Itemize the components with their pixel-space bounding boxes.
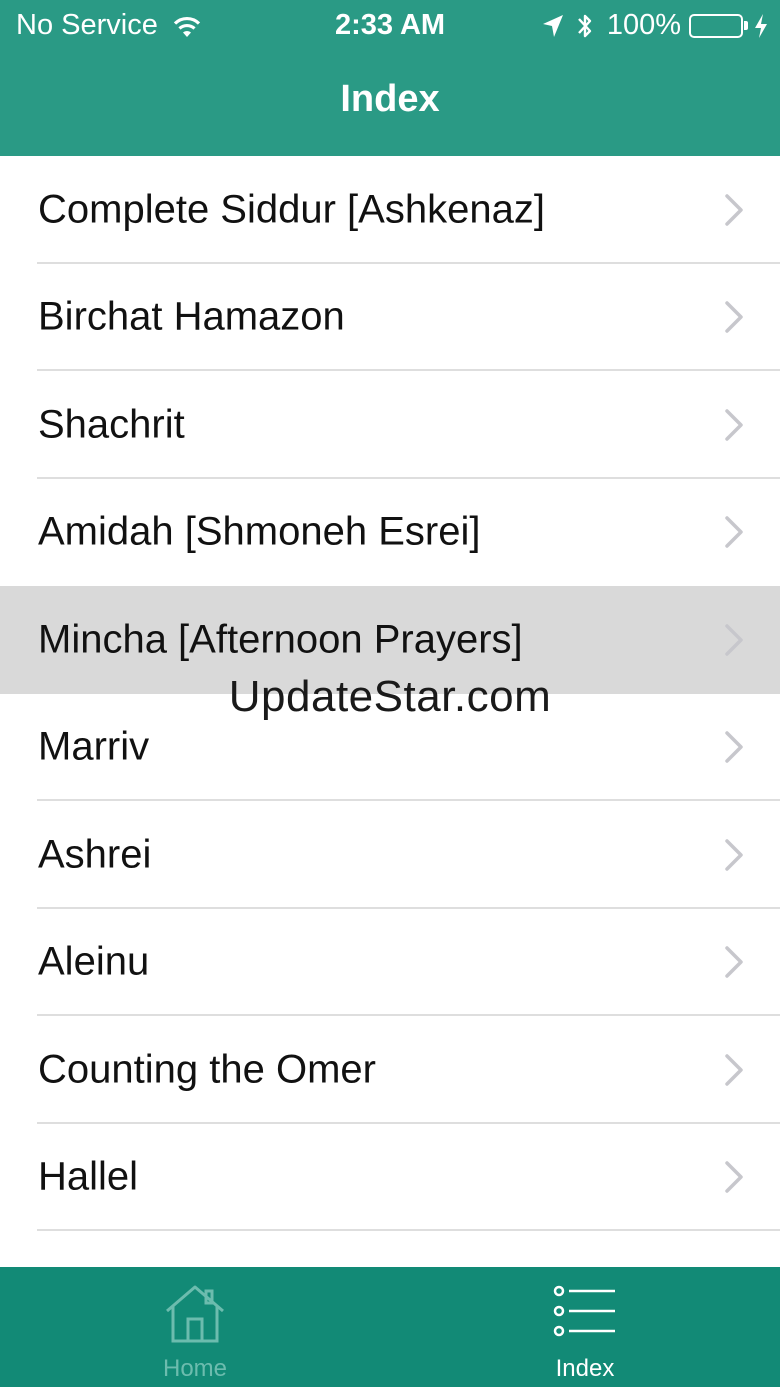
status-bar: No Service 2:33 AM 100% — [0, 0, 780, 52]
list-item-label: Complete Siddur [Ashkenaz] — [38, 187, 545, 232]
list-item-hallel[interactable]: Hallel — [0, 1123, 780, 1231]
list-item-label: Counting the Omer — [38, 1047, 376, 1092]
list-item-aleinu[interactable]: Aleinu — [0, 908, 780, 1016]
charging-bolt-icon — [754, 13, 768, 39]
list-item-mincha[interactable]: Mincha [Afternoon Prayers] — [0, 586, 780, 694]
location-arrow-icon — [541, 13, 565, 39]
list-item-amidah[interactable]: Amidah [Shmoneh Esrei] — [0, 478, 780, 586]
separator — [37, 1229, 780, 1231]
list-icon — [553, 1283, 617, 1344]
index-list: Complete Siddur [Ashkenaz] Birchat Hamaz… — [0, 156, 780, 1231]
chevron-right-icon — [724, 838, 744, 872]
list-item-label: Shachrit — [38, 402, 185, 447]
list-item-complete-siddur[interactable]: Complete Siddur [Ashkenaz] — [0, 156, 780, 264]
tab-label: Home — [162, 1355, 228, 1382]
page-title: Index — [340, 78, 440, 120]
chevron-right-icon — [724, 730, 744, 764]
list-item-shachrit[interactable]: Shachrit — [0, 371, 780, 479]
list-item-marriv[interactable]: Marriv — [0, 693, 780, 801]
battery-icon — [689, 13, 748, 38]
list-item-birchat-hamazon[interactable]: Birchat Hamazon — [0, 263, 780, 371]
list-item-label: Marriv — [38, 724, 150, 769]
chevron-right-icon — [724, 945, 744, 979]
chevron-right-icon — [724, 623, 744, 657]
bluetooth-icon — [575, 11, 595, 41]
list-item-label: Ashrei — [38, 832, 152, 877]
list-item-label: Hallel — [38, 1154, 139, 1199]
nav-bar: No Service 2:33 AM 100% Index — [0, 0, 780, 156]
list-item-label: Birchat Hamazon — [38, 294, 345, 339]
chevron-right-icon — [724, 1053, 744, 1087]
tab-bar: Home Index — [0, 1267, 780, 1387]
tab-label: Index — [555, 1355, 615, 1382]
list-item-label: Mincha [Afternoon Prayers] — [38, 617, 523, 662]
chevron-right-icon — [724, 1160, 744, 1194]
list-item-label: Amidah [Shmoneh Esrei] — [38, 509, 481, 554]
chevron-right-icon — [724, 193, 744, 227]
chevron-right-icon — [724, 408, 744, 442]
battery-percent: 100% — [606, 9, 681, 41]
home-icon — [163, 1283, 227, 1350]
list-item-counting-the-omer[interactable]: Counting the Omer — [0, 1016, 780, 1124]
chevron-right-icon — [724, 515, 744, 549]
status-right: 100% — [541, 9, 768, 42]
chevron-right-icon — [724, 300, 744, 334]
tab-home[interactable]: Home — [0, 1267, 390, 1387]
list-item-ashrei[interactable]: Ashrei — [0, 801, 780, 909]
tab-index[interactable]: Index — [390, 1267, 780, 1387]
list-item-label: Aleinu — [38, 939, 150, 984]
